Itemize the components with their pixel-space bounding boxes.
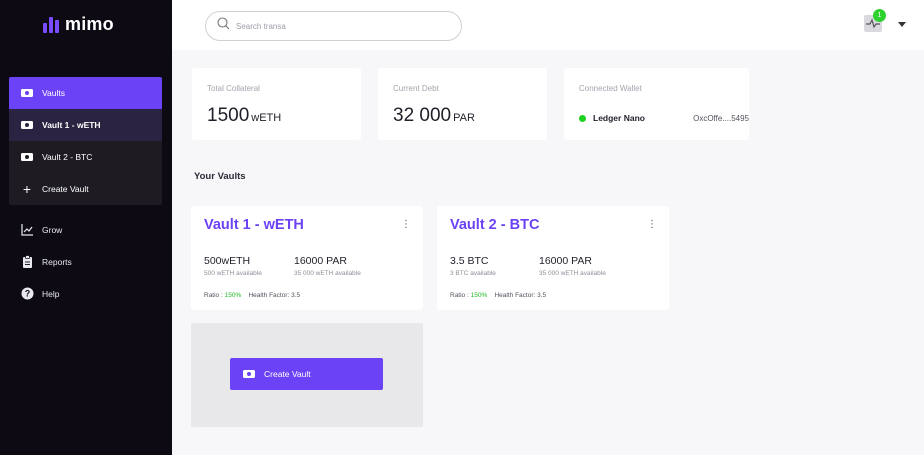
health-factor: Health Factor: 3.5 <box>248 292 301 299</box>
help-icon: ? <box>21 287 34 300</box>
ratio-value: 150% <box>224 292 242 299</box>
sidebar-item-label: Vault 1 - wETH <box>42 120 101 130</box>
wallet-address: OxcOffe....5495 <box>693 113 749 123</box>
notification-badge: 1 <box>873 9 886 22</box>
sidebar-item-label: Vault 2 - BTC <box>42 152 93 162</box>
status-dot <box>579 114 586 122</box>
logo-icon <box>43 16 59 33</box>
vault-title: Vault 2 - BTC <box>450 217 540 233</box>
search-box[interactable] <box>205 11 462 41</box>
search-input[interactable] <box>236 21 436 31</box>
vault-debt: 16000 PAR 35 000 wETH available <box>539 255 606 277</box>
vault-card[interactable]: Vault 1 - wETH ⋮ 500wETH 500 wETH availa… <box>191 206 423 310</box>
vault-icon <box>21 121 33 129</box>
vault-title: Vault 1 - wETH <box>204 217 304 233</box>
sidebar-item-help[interactable]: ? Help <box>21 287 59 300</box>
stat-value: 32 000 PAR <box>393 105 475 126</box>
chevron-down-icon[interactable] <box>898 22 906 27</box>
sidebar-item-label: Create Vault <box>42 184 89 194</box>
sidebar-item-vaults[interactable]: Vaults <box>9 77 162 109</box>
wallet-name: Ledger Nano <box>593 113 645 123</box>
vault-meta: Ratio : 150% Health Factor: 3.5 <box>204 292 301 299</box>
current-debt-card: Current Debt 32 000 PAR <box>378 68 547 140</box>
vault-icon <box>243 370 255 378</box>
chart-line-icon <box>21 223 34 236</box>
stat-label: Total Collateral <box>207 84 260 93</box>
stat-value: 1500 wETH <box>207 105 282 126</box>
clipboard-icon <box>21 255 34 268</box>
vault-card[interactable]: Vault 2 - BTC ⋮ 3.5 BTC 3 BTC available … <box>437 206 669 310</box>
stat-label: Current Debt <box>393 84 439 93</box>
vaults-menu: Vaults Vault 1 - wETH Vault 2 - BTC + Cr… <box>9 77 162 205</box>
create-vault-panel: Create Vault <box>191 323 423 427</box>
logo[interactable]: mimo <box>43 14 114 35</box>
more-options-icon[interactable]: ⋮ <box>647 220 657 230</box>
section-title: Your Vaults <box>194 171 246 182</box>
sidebar: mimo Vaults Vault 1 - wETH Vault 2 - BTC… <box>0 0 172 455</box>
sidebar-item-reports[interactable]: Reports <box>21 255 72 268</box>
sidebar-item-label: Grow <box>42 224 63 235</box>
sidebar-item-create-vault[interactable]: + Create Vault <box>9 173 162 205</box>
more-options-icon[interactable]: ⋮ <box>401 220 411 230</box>
sidebar-item-label: Help <box>42 288 60 299</box>
search-icon <box>217 17 230 35</box>
svg-text:?: ? <box>25 289 31 299</box>
vault-meta: Ratio : 150% Health Factor: 3.5 <box>450 292 547 299</box>
connected-wallet-card: Connected Wallet Ledger Nano OxcOffe....… <box>564 68 749 140</box>
ratio-value: 150% <box>470 292 488 299</box>
stat-label: Connected Wallet <box>579 84 642 93</box>
sidebar-item-vault-2[interactable]: Vault 2 - BTC <box>9 141 162 173</box>
vault-collateral: 500wETH 500 wETH available <box>204 255 262 277</box>
plus-icon: + <box>22 181 32 197</box>
top-bar: 1 <box>172 0 924 50</box>
sidebar-item-vault-1[interactable]: Vault 1 - wETH <box>9 109 162 141</box>
vault-collateral: 3.5 BTC 3 BTC available <box>450 255 496 277</box>
sidebar-item-label: Reports <box>42 256 72 267</box>
sidebar-item-label: Vaults <box>42 88 65 98</box>
health-factor: Health Factor: 3.5 <box>494 292 547 299</box>
sidebar-item-grow[interactable]: Grow <box>21 223 62 236</box>
wallet-info: Ledger Nano OxcOffe....5495 <box>579 113 749 123</box>
vault-debt: 16000 PAR 35 000 wETH available <box>294 255 361 277</box>
vault-icon <box>21 89 33 97</box>
vault-icon <box>21 153 33 161</box>
total-collateral-card: Total Collateral 1500 wETH <box>192 68 361 140</box>
logo-text: mimo <box>65 14 114 34</box>
button-label: Create Vault <box>264 369 311 379</box>
create-vault-button[interactable]: Create Vault <box>230 358 383 390</box>
